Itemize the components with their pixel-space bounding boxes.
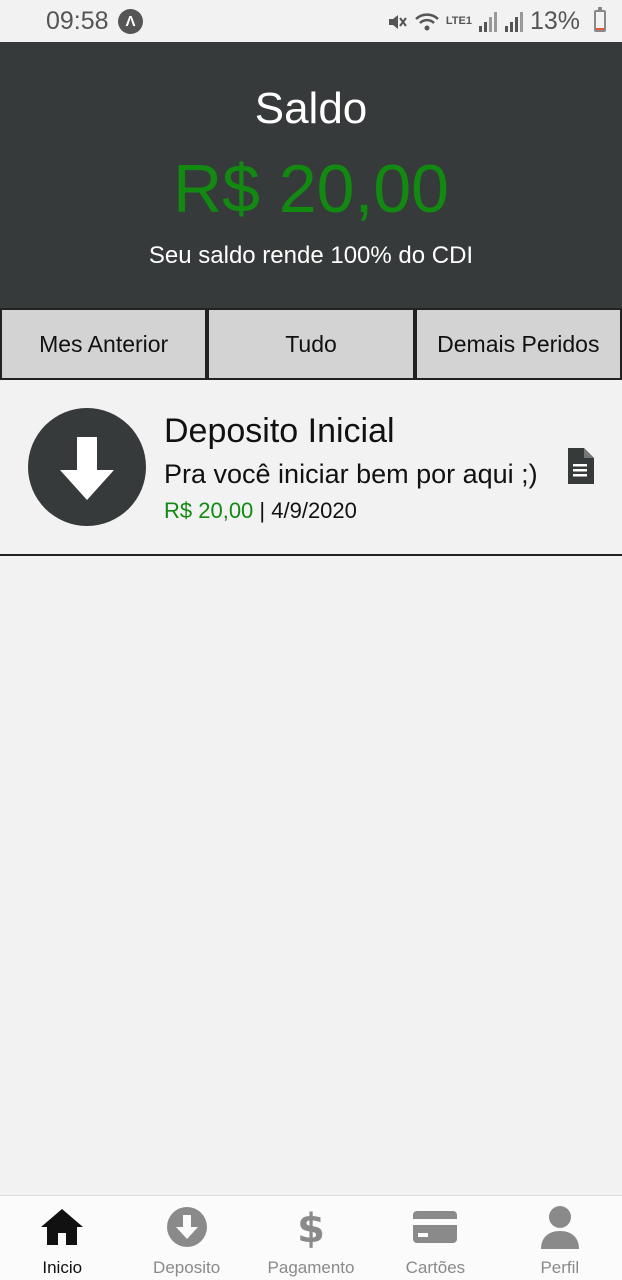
nav-item-deposito[interactable]: Deposito [124,1196,248,1280]
signal-icon [478,11,498,33]
transaction-meta: R$ 20,00 | 4/9/2020 [164,498,357,524]
status-icons: LTE1 13% [386,7,580,36]
nav-label-pagamento: Pagamento [267,1258,355,1277]
arrow-down-icon [28,408,146,526]
transaction-date: 4/9/2020 [271,498,357,523]
nav-label-inicio: Inicio [42,1258,83,1277]
balance-title: Saldo [254,84,368,133]
document-icon[interactable] [566,448,594,489]
signal-icon [504,11,524,33]
battery-level [596,27,604,30]
balance-header: Saldo R$ 20,00 Seu saldo rende 100% do C… [0,42,622,308]
download-circle-icon [166,1206,208,1248]
nav-label-cartoes: Cartões [405,1258,466,1277]
transaction-description: Pra você iniciar bem por aqui ;) [164,459,538,489]
filter-previous-month-button[interactable]: Mes Anterior [0,308,208,380]
app-notification-icon: Λ [118,9,143,34]
nav-label-deposito: Deposito [153,1258,221,1277]
nav-label-perfil: Perfil [540,1258,580,1277]
dollar-icon: $ [297,1206,325,1248]
home-icon [39,1206,85,1248]
period-filters: Mes Anterior Tudo Demais Peridos [0,308,622,380]
battery-percent: 13% [529,7,580,35]
transaction-title: Deposito Inicial [164,412,395,450]
wifi-icon [414,11,440,33]
transaction-separator: | [253,498,272,523]
status-time: 09:58 [46,7,109,35]
bottom-navigation: Inicio Deposito $ Pagamento Cartões Perf… [0,1195,622,1280]
transactions-list: Deposito Inicial Pra você iniciar bem po… [0,380,622,556]
transaction-amount: R$ 20,00 [164,498,254,523]
battery-icon [594,7,606,32]
volte-icon: LTE1 [445,15,472,27]
balance-amount: R$ 20,00 [173,151,449,227]
transaction-item[interactable]: Deposito Inicial Pra você iniciar bem po… [0,380,622,556]
credit-card-icon [412,1206,458,1248]
user-icon [540,1206,580,1249]
nav-item-cartoes[interactable]: Cartões [373,1196,497,1280]
status-bar: 09:58 Λ LTE1 13% [0,0,622,42]
nav-item-pagamento[interactable]: $ Pagamento [249,1196,373,1280]
nav-item-inicio[interactable]: Inicio [0,1196,124,1280]
balance-subtitle: Seu saldo rende 100% do CDI [148,242,474,269]
filter-other-periods-button[interactable]: Demais Peridos [414,308,622,380]
svg-text:$: $ [297,1206,325,1248]
nav-item-perfil[interactable]: Perfil [498,1196,622,1280]
filter-all-button[interactable]: Tudo [207,308,415,380]
mute-icon [386,11,408,33]
